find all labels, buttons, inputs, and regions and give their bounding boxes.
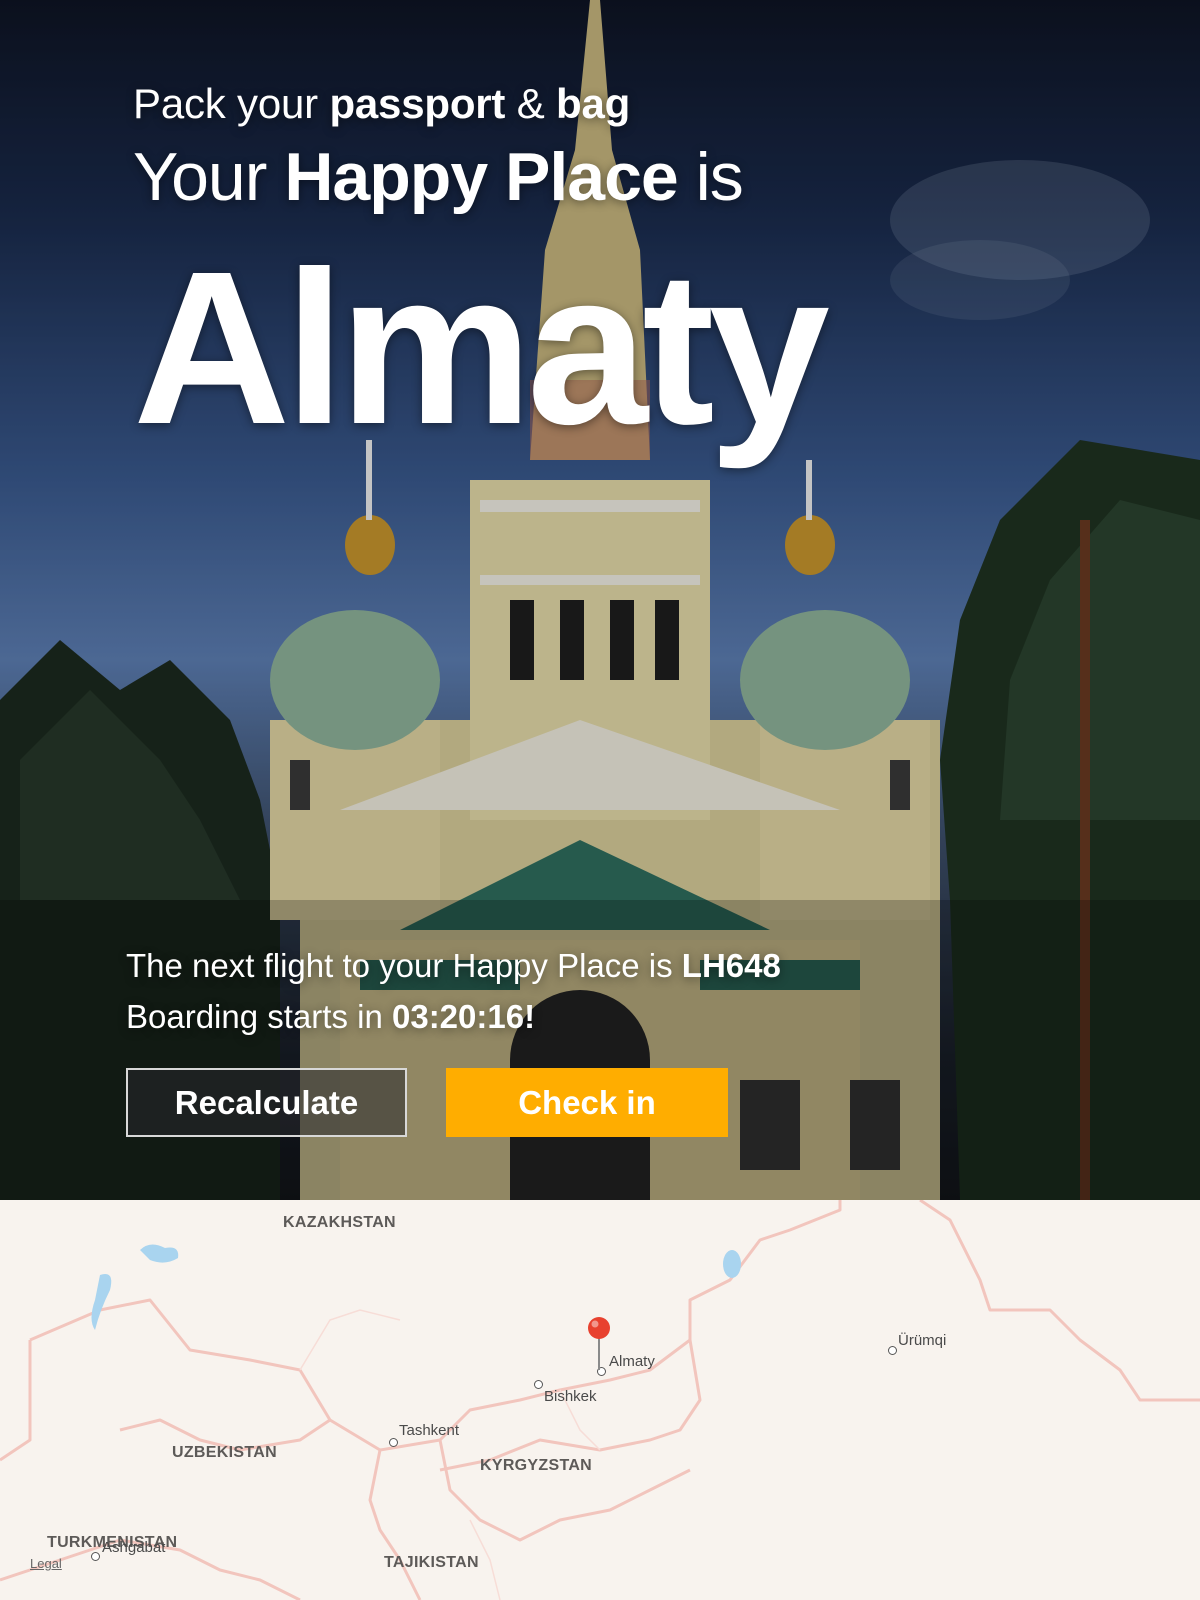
boarding-line: Boarding starts in 03:20:16! bbox=[126, 991, 781, 1042]
headline-text: Your bbox=[133, 139, 267, 215]
boarding-countdown: 03:20:16 bbox=[391, 998, 525, 1035]
city-dot-urumqi bbox=[888, 1346, 897, 1355]
boarding-exclamation: ! bbox=[524, 998, 536, 1035]
next-flight-text: The next flight to your Happy Place is bbox=[126, 947, 673, 984]
tagline-ampersand: & bbox=[516, 80, 545, 127]
headline-happy-place: Happy Place bbox=[284, 139, 678, 215]
flight-number: LH648 bbox=[681, 947, 781, 984]
city-label-ashgabat: Ashgabat bbox=[102, 1539, 166, 1556]
check-in-button[interactable]: Check in bbox=[446, 1068, 728, 1137]
tagline-bag: bag bbox=[556, 80, 631, 127]
map-pin-icon[interactable] bbox=[579, 1314, 619, 1374]
tagline: Pack your passport & bag bbox=[133, 80, 630, 128]
tagline-passport: passport bbox=[329, 80, 506, 127]
country-label-uzbekistan: UZBEKISTAN bbox=[172, 1444, 277, 1461]
city-dot-ashgabat bbox=[91, 1552, 100, 1561]
city-label-urumqi: Ürümqi bbox=[898, 1332, 947, 1349]
legal-link[interactable]: Legal bbox=[30, 1556, 62, 1571]
map-view[interactable]: KAZAKHSTAN UZBEKISTAN KYRGYZSTAN TURKMEN… bbox=[0, 1200, 1200, 1600]
headline: Your Happy Place is bbox=[133, 138, 744, 216]
country-label-kyrgyzstan: KYRGYZSTAN bbox=[480, 1457, 593, 1474]
destination-city: Almaty bbox=[133, 227, 830, 470]
next-flight-line: The next flight to your Happy Place is L… bbox=[126, 940, 781, 991]
map-borders bbox=[0, 1200, 1200, 1600]
city-label-bishkek: Bishkek bbox=[544, 1388, 597, 1405]
city-dot-bishkek bbox=[534, 1380, 543, 1389]
hero-banner: Pack your passport & bag Your Happy Plac… bbox=[0, 0, 1200, 1200]
headline-is: is bbox=[695, 139, 744, 215]
recalculate-button[interactable]: Recalculate bbox=[126, 1068, 407, 1137]
country-label-kazakhstan: KAZAKHSTAN bbox=[283, 1214, 396, 1231]
tagline-text: Pack your bbox=[133, 80, 318, 127]
flight-info: The next flight to your Happy Place is L… bbox=[126, 940, 781, 1042]
city-dot-tashkent bbox=[389, 1438, 398, 1447]
country-label-tajikistan: TAJIKISTAN bbox=[384, 1554, 479, 1571]
city-label-tashkent: Tashkent bbox=[399, 1422, 460, 1439]
boarding-text: Boarding starts in bbox=[126, 998, 383, 1035]
